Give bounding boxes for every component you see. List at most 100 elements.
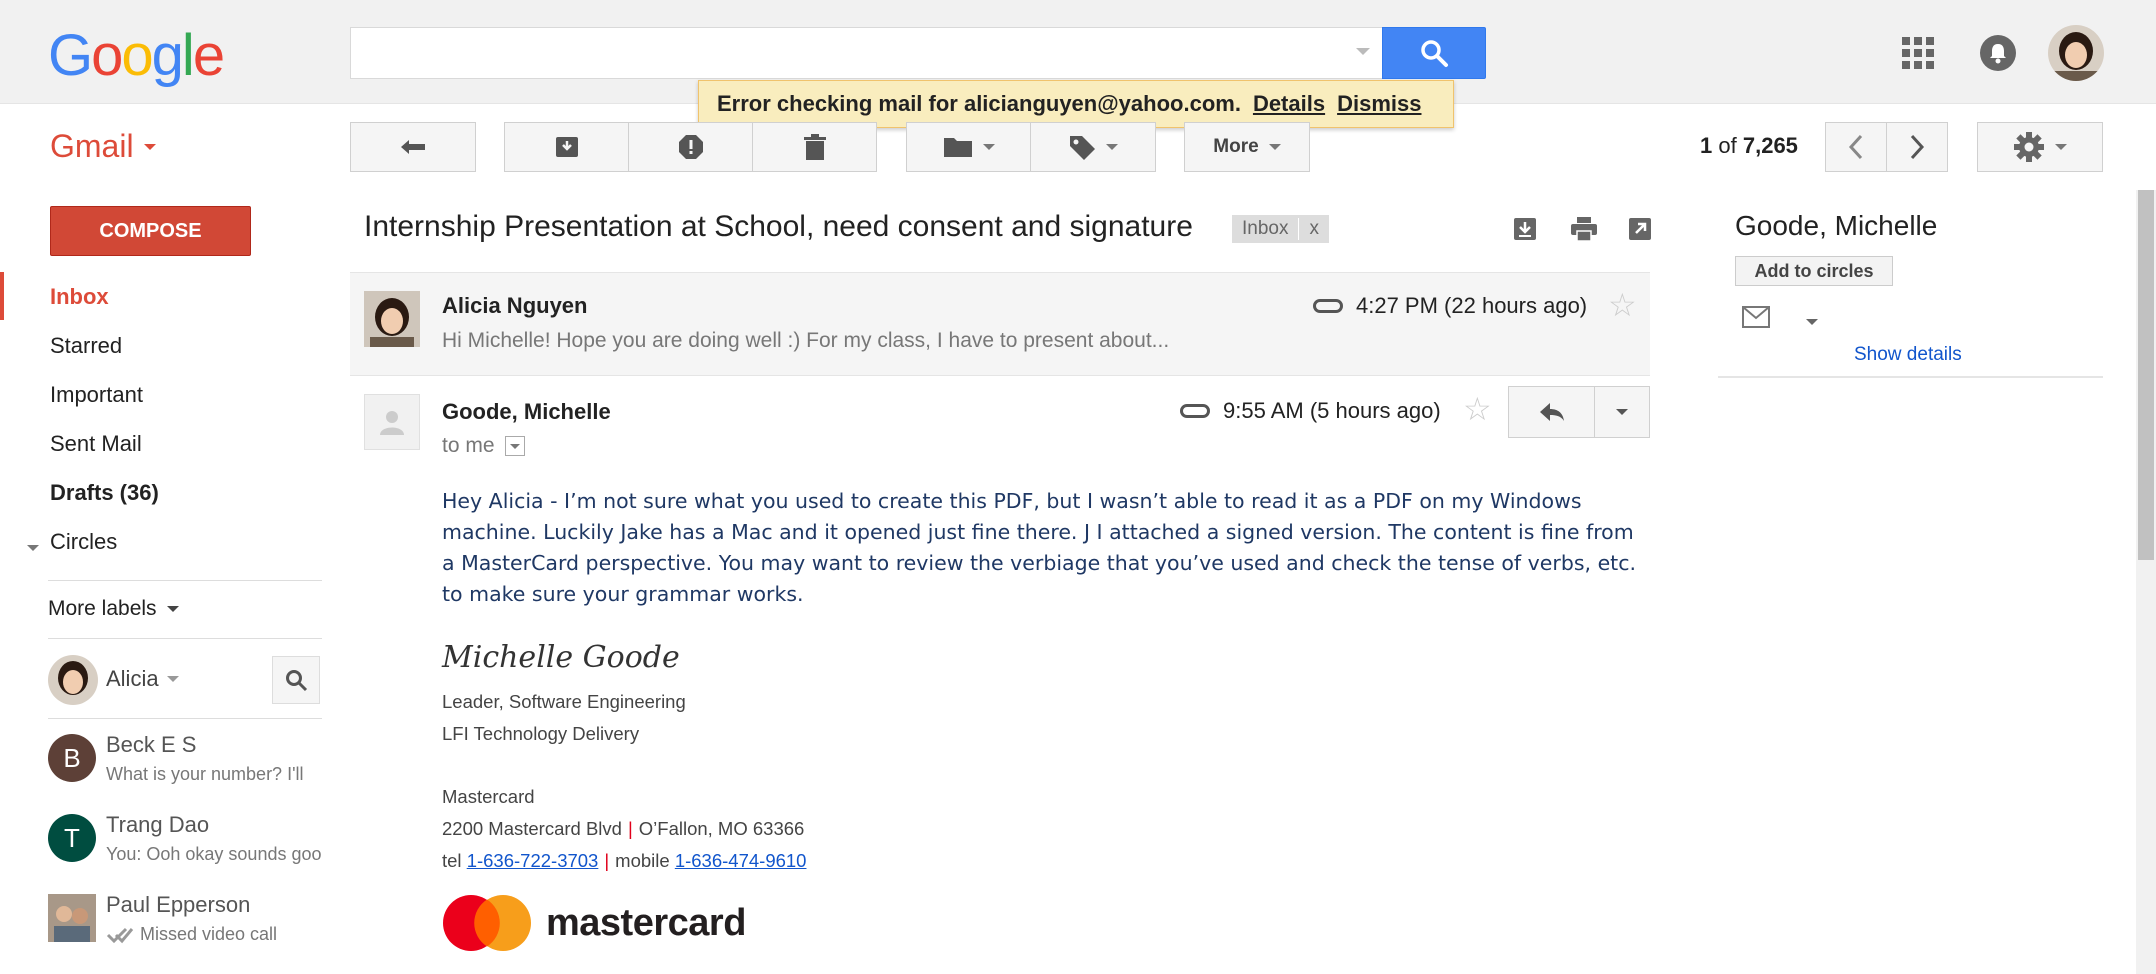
contact-name: Trang Dao	[106, 812, 210, 837]
search-options-dropdown-icon[interactable]	[1356, 48, 1370, 55]
back-button[interactable]	[350, 122, 476, 172]
chat-contact[interactable]: T Trang Dao You: Ooh okay sounds good	[48, 812, 328, 884]
back-arrow-icon	[401, 140, 425, 154]
remove-label-button[interactable]: x	[1298, 218, 1329, 240]
chat-user-avatar[interactable]	[48, 655, 98, 705]
sidebar-item-inbox[interactable]: Inbox	[50, 284, 109, 310]
signature-dept: LFI Technology Delivery	[442, 723, 640, 744]
tel-link[interactable]: 1-636-722-3703	[467, 850, 599, 871]
star-icon[interactable]: ☆	[1463, 393, 1492, 425]
address-line: 2200 Mastercard Blvd	[442, 818, 622, 839]
pagination-count: 1 of 7,265	[1700, 133, 1798, 159]
open-in-new-window-icon[interactable]	[1627, 216, 1655, 244]
chat-search-button[interactable]	[272, 656, 320, 704]
chat-contact[interactable]: B Beck E S What is your number? I'll	[48, 732, 328, 804]
pager-total: 7,265	[1742, 133, 1798, 158]
chat-status-menu[interactable]: Alicia	[106, 666, 179, 692]
account-avatar[interactable]	[2048, 25, 2104, 81]
reply-more-button[interactable]	[1595, 387, 1649, 437]
sidebar-item-circles[interactable]: Circles	[50, 529, 117, 555]
chevron-down-icon[interactable]	[27, 538, 39, 556]
mobile-label: mobile	[615, 850, 670, 871]
search-input[interactable]	[350, 27, 1383, 79]
search-button[interactable]	[1382, 27, 1486, 79]
more-button[interactable]: More	[1184, 122, 1310, 172]
dismiss-link[interactable]: Dismiss	[1337, 91, 1421, 117]
mastercard-logo: mastercard	[442, 894, 746, 952]
sender-avatar	[364, 394, 420, 450]
google-logo[interactable]: Google	[48, 22, 225, 89]
chat-contact[interactable]: Paul Epperson Missed video call	[48, 892, 328, 964]
email-subject: Internship Presentation at School, need …	[364, 210, 1193, 243]
collapsed-message[interactable]: Alicia Nguyen Hi Michelle! Hope you are …	[350, 272, 1650, 376]
message-body: Hey Alicia - I’m not sure what you used …	[442, 489, 1637, 606]
print-icon[interactable]	[1570, 216, 1598, 244]
older-button[interactable]	[1886, 122, 1948, 172]
chevron-left-icon	[1848, 134, 1863, 160]
recipients-label: to me	[442, 434, 495, 457]
star-icon[interactable]: ☆	[1608, 289, 1637, 321]
logo-letter: g	[151, 23, 184, 88]
show-recipient-details-button[interactable]	[504, 436, 525, 456]
sidebar-item-sent-mail[interactable]: Sent Mail	[50, 431, 142, 457]
search-icon	[1421, 40, 1448, 67]
notifications-bell-icon[interactable]	[1980, 35, 2016, 71]
chevron-down-icon	[166, 606, 179, 612]
error-message: Error checking mail for alicianguyen@yah…	[717, 91, 1241, 116]
apps-grid-icon[interactable]	[1902, 37, 1934, 69]
delete-button[interactable]	[752, 122, 877, 172]
more-label: More	[1213, 136, 1259, 157]
gear-icon	[2014, 132, 2044, 162]
label-chip-text[interactable]: Inbox	[1232, 218, 1298, 240]
contact-name: Paul Epperson	[106, 892, 251, 917]
signature-address: 2200 Mastercard Blvd | O’Fallon, MO 63366	[442, 818, 805, 839]
message-time: 9:55 AM (5 hours ago)	[1223, 398, 1441, 423]
signature-name: Michelle Goode	[442, 640, 680, 675]
more-labels-label: More labels	[48, 597, 157, 620]
chevron-down-icon	[143, 143, 156, 150]
compose-button[interactable]: COMPOSE	[50, 206, 251, 256]
logo-letter: G	[48, 23, 93, 88]
newer-button[interactable]	[1825, 122, 1887, 172]
chevron-down-icon[interactable]	[1806, 312, 1818, 330]
scrollbar-thumb[interactable]	[2138, 190, 2154, 560]
reply-button-group	[1508, 386, 1650, 438]
logo-letter: o	[121, 23, 153, 88]
divider	[48, 638, 322, 639]
gmail-label: Gmail	[50, 128, 134, 164]
add-to-circles-button[interactable]: Add to circles	[1735, 256, 1893, 286]
archive-button[interactable]	[504, 122, 629, 172]
labels-button[interactable]	[1030, 122, 1156, 172]
folder-icon	[944, 138, 972, 157]
move-to-button[interactable]	[906, 122, 1032, 172]
search-icon	[286, 670, 308, 692]
chevron-down-icon	[2055, 144, 2067, 150]
report-spam-button[interactable]	[628, 122, 753, 172]
sender-avatar	[364, 291, 420, 347]
contact-message: What is your number? I'll	[106, 764, 304, 784]
sidebar-item-important[interactable]: Important	[50, 382, 143, 408]
contact-avatar: T	[48, 814, 96, 862]
chevron-down-icon	[166, 676, 179, 682]
settings-button[interactable]	[1977, 122, 2103, 172]
message-snippet: Hi Michelle! Hope you are doing well :) …	[442, 329, 1170, 352]
sidebar-item-drafts[interactable]: Drafts (36)	[50, 480, 159, 506]
divider	[48, 718, 322, 719]
gmail-app-switcher[interactable]: Gmail	[50, 128, 156, 165]
sidebar-item-starred[interactable]: Starred	[50, 333, 122, 359]
download-icon[interactable]	[1512, 216, 1540, 244]
more-labels-toggle[interactable]: More labels	[48, 597, 179, 621]
contact-avatar	[48, 894, 96, 942]
tel-label: tel	[442, 850, 462, 871]
label-tag-icon	[1070, 136, 1095, 160]
address-city: O’Fallon, MO 63366	[638, 818, 805, 839]
mobile-link[interactable]: 1-636-474-9610	[675, 850, 807, 871]
details-link[interactable]: Details	[1253, 91, 1325, 117]
email-envelope-icon[interactable]	[1742, 306, 1770, 333]
reply-button[interactable]	[1509, 387, 1595, 437]
show-details-link[interactable]: Show details	[1854, 344, 1962, 366]
attachment-icon	[1313, 299, 1343, 313]
missed-call-check-icon	[106, 927, 134, 943]
chevron-down-icon	[1106, 144, 1118, 150]
mastercard-circles-icon	[443, 895, 531, 951]
